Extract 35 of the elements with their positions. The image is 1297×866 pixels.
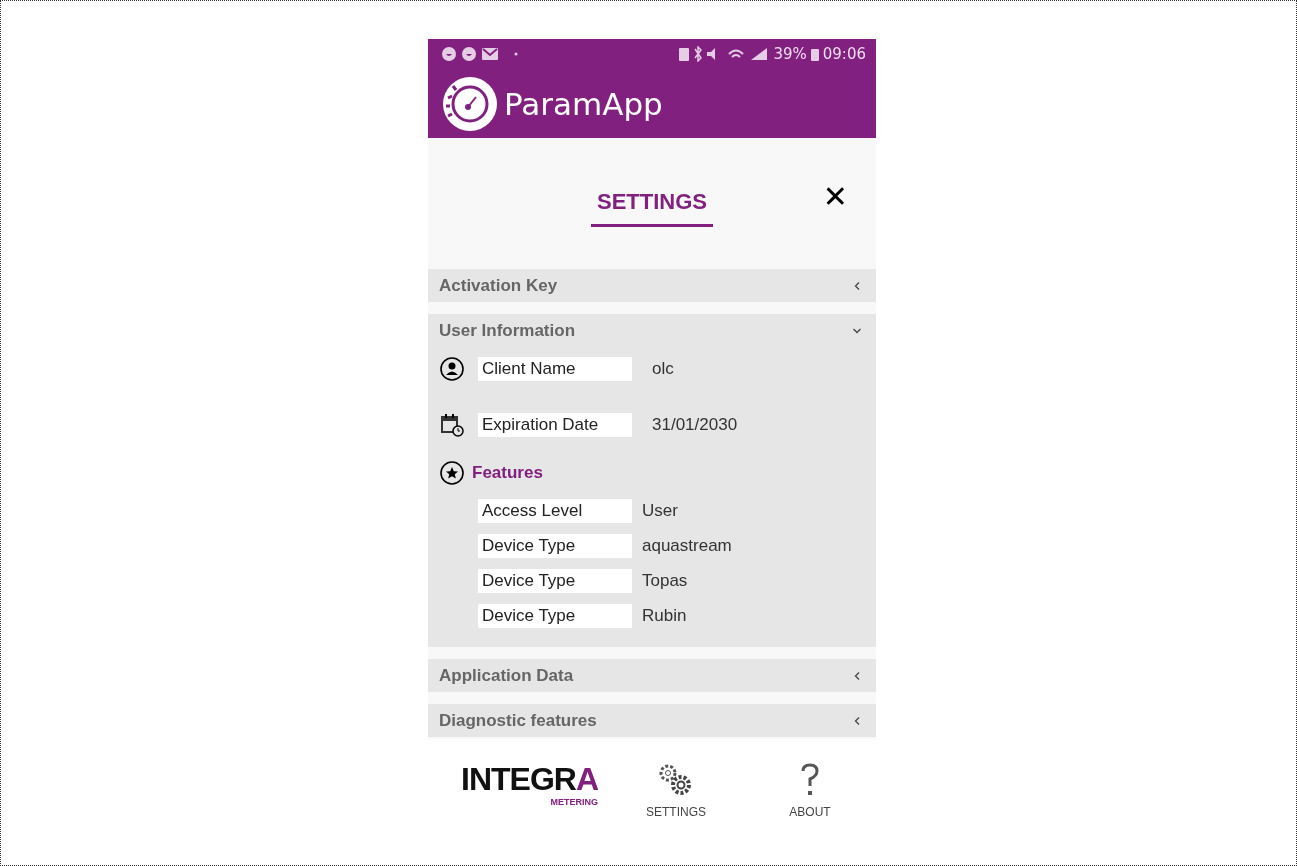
question-icon — [800, 763, 820, 797]
gauge-gear-logo-icon — [442, 75, 498, 132]
smiley-icon — [462, 47, 476, 61]
field-label: Device Type — [478, 603, 632, 628]
section-header[interactable]: User Information — [428, 314, 876, 347]
features-title: Features — [472, 463, 543, 483]
battery-percent: 39% — [773, 45, 807, 63]
nav-button[interactable]: SETTINGS — [636, 763, 716, 819]
field-value: Topas — [642, 570, 688, 591]
field-label: Expiration Date — [478, 413, 632, 437]
battery-icon — [810, 47, 819, 61]
person-icon — [440, 357, 464, 381]
dot-icon — [514, 52, 518, 56]
close-button[interactable]: ✕ — [822, 182, 848, 212]
clock: 09:06 — [822, 45, 866, 63]
field-label: Device Type — [478, 568, 632, 593]
field-label: Device Type — [478, 533, 632, 558]
field-value: olc — [652, 359, 674, 379]
field-value: Rubin — [642, 605, 687, 626]
logo-subtitle: METERING — [550, 797, 598, 807]
calendar-clock-icon — [440, 413, 464, 437]
section-header[interactable]: Diagnostic features — [428, 704, 876, 737]
field-label: Client Name — [478, 357, 632, 381]
field-value: 31/01/2030 — [652, 415, 738, 435]
mail-icon — [482, 48, 498, 60]
field-value: User — [642, 500, 678, 521]
integra-logo: INTEGRA — [461, 763, 598, 795]
settings-title: SETTINGS — [591, 189, 713, 227]
field-label: Access Level — [478, 498, 632, 523]
app-title: ParamApp — [504, 85, 663, 122]
smiley-icon — [442, 47, 456, 61]
section-header[interactable]: Application Data — [428, 659, 876, 692]
section-header[interactable]: Activation Key — [428, 269, 876, 302]
nav-button[interactable]: ABOUT — [770, 763, 850, 819]
field-value: aquastream — [642, 535, 732, 556]
